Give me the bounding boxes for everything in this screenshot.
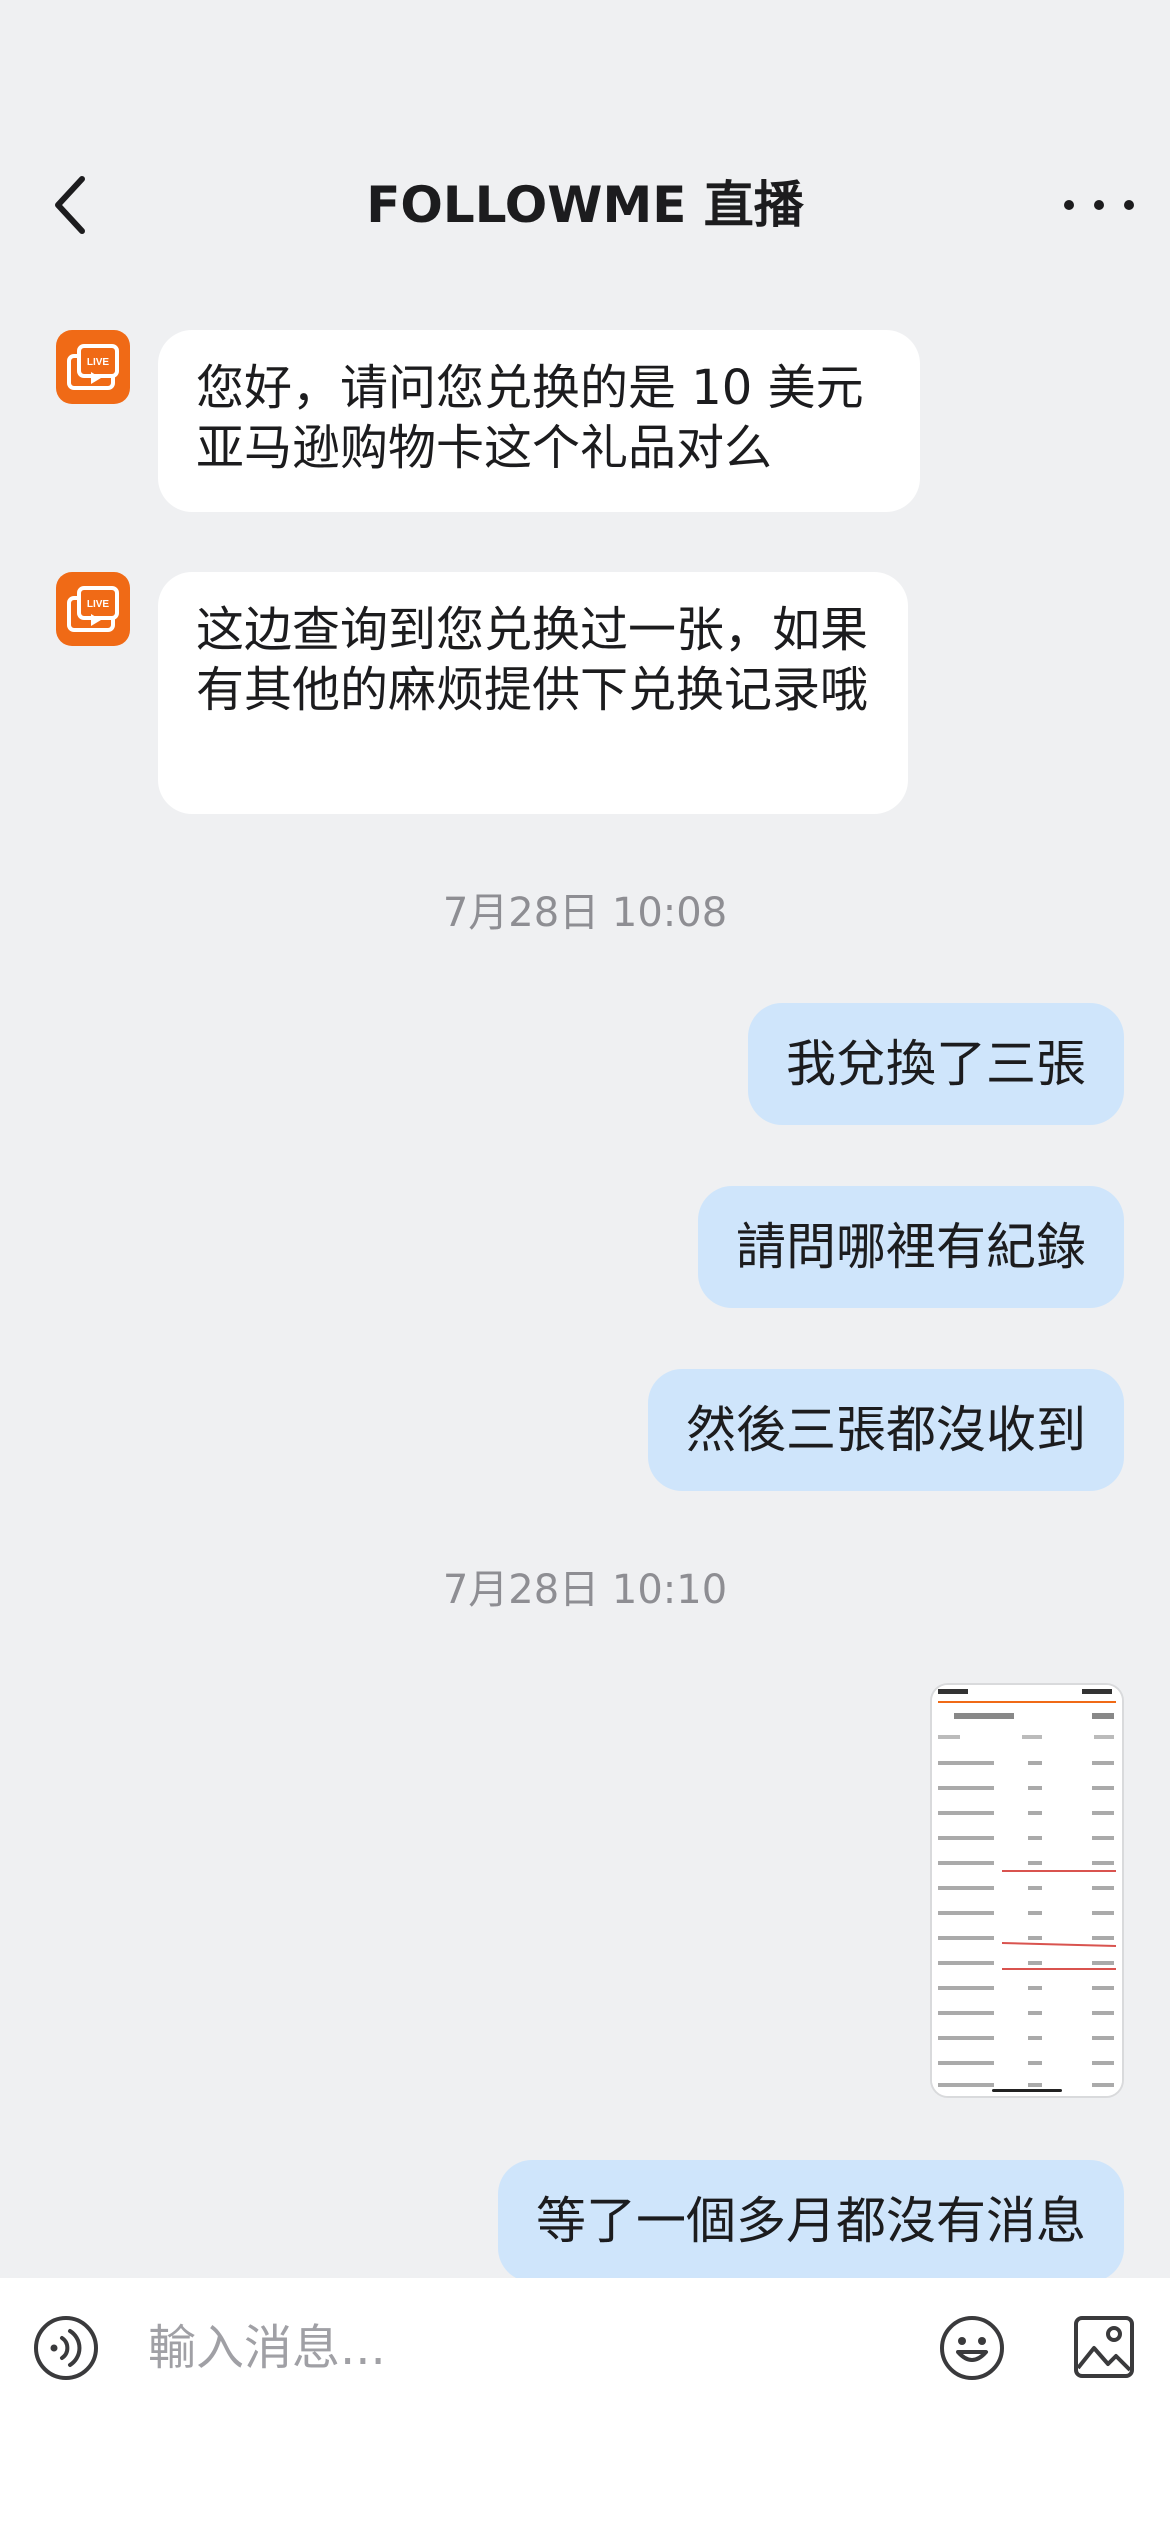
voice-button[interactable] (32, 2314, 100, 2382)
image-button[interactable] (1072, 2312, 1136, 2382)
message-bubble[interactable]: 这边查询到您兑换过一张，如果有其他的麻烦提供下兑换记录哦 (158, 572, 908, 814)
message-input[interactable]: 輸入消息... (148, 2308, 908, 2388)
message-bubble[interactable]: 您好，请问您兑换的是 10 美元亚马逊购物卡这个礼品对么 (158, 330, 920, 512)
outgoing-message[interactable]: 等了一個多月都沒有消息 (498, 2160, 1124, 2282)
svg-text:LIVE: LIVE (87, 357, 110, 368)
timestamp: 7月28日 10:08 (442, 890, 728, 936)
incoming-message: LIVE 这边查询到您兑换过一张，如果有其他的麻烦提供下兑换记录哦 (56, 572, 908, 814)
live-tv-icon: LIVE (67, 586, 119, 632)
chat-header: FOLLOWME 直播 (0, 150, 1170, 260)
avatar[interactable]: LIVE (56, 572, 130, 646)
image-message[interactable] (930, 1683, 1124, 2098)
outgoing-message[interactable]: 然後三張都沒收到 (648, 1369, 1124, 1491)
live-tv-icon: LIVE (67, 344, 119, 390)
message-input-bar: 輸入消息... (0, 2278, 1170, 2532)
more-button[interactable] (1064, 180, 1134, 230)
avatar[interactable]: LIVE (56, 330, 130, 404)
chat-title: FOLLOWME 直播 (366, 176, 804, 234)
timestamp: 7月28日 10:10 (442, 1567, 728, 1613)
outgoing-message[interactable]: 請問哪裡有紀錄 (698, 1186, 1124, 1308)
more-dots-icon (1064, 200, 1074, 210)
screenshot-thumbnail (932, 1685, 1122, 2096)
voice-icon (34, 2316, 98, 2380)
image-icon (1074, 2316, 1134, 2378)
emoji-button[interactable] (938, 2314, 1006, 2382)
outgoing-message[interactable]: 我兌換了三張 (748, 1003, 1124, 1125)
svg-text:LIVE: LIVE (87, 599, 110, 610)
incoming-message: LIVE 您好，请问您兑换的是 10 美元亚马逊购物卡这个礼品对么 (56, 330, 920, 512)
smiley-icon (940, 2316, 1004, 2380)
